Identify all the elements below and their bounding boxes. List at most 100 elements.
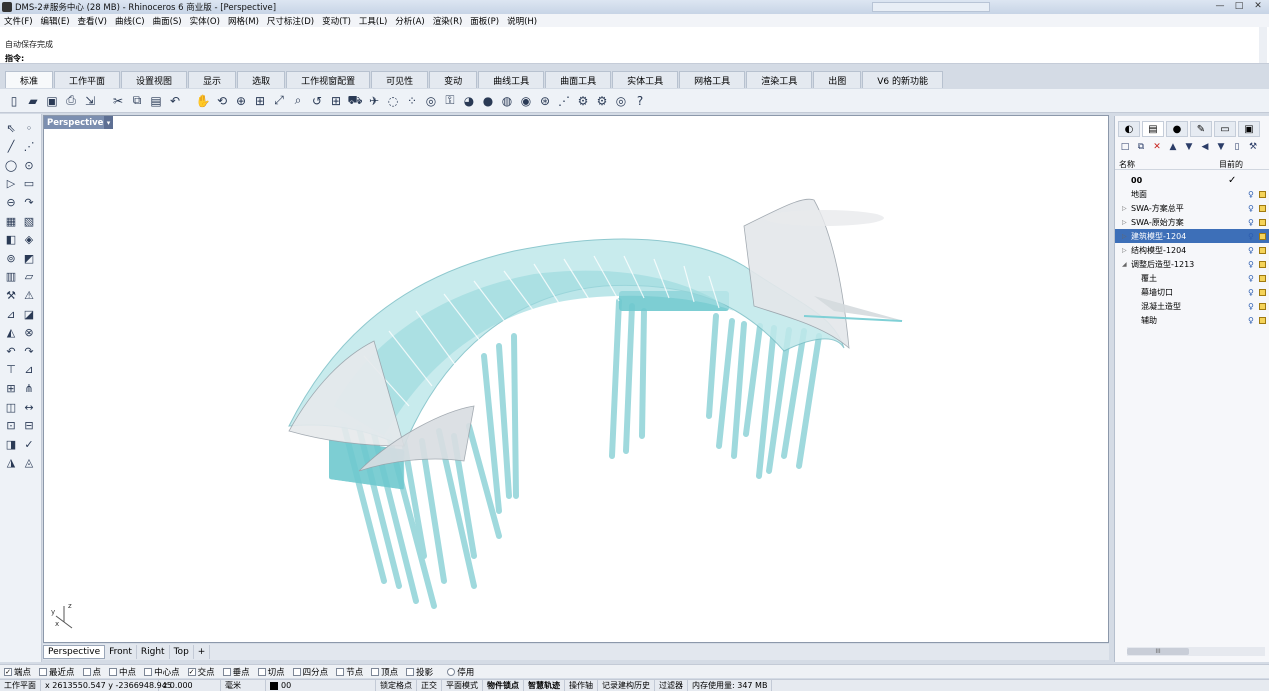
rhino-app-icon[interactable] <box>2 2 12 12</box>
layer-row[interactable]: ▷ 建筑模型-1204 ♀ <box>1115 229 1269 243</box>
osnap-checkbox[interactable]: 四分点 <box>292 666 328 678</box>
checkbox-icon[interactable] <box>257 667 266 676</box>
left-tool-icon[interactable]: ◬ <box>21 455 37 471</box>
menu-item[interactable]: 实体(O) <box>190 15 220 27</box>
osnap-checkbox[interactable]: 切点 <box>257 666 285 678</box>
lock-icon[interactable]: ⚿ <box>442 93 458 109</box>
color-icon[interactable]: ◕ <box>461 93 477 109</box>
print-icon[interactable]: ⎙ <box>63 93 79 109</box>
expand-arrow-icon[interactable]: ◢ <box>1122 261 1127 268</box>
left-tool-icon[interactable]: ▱ <box>21 269 37 285</box>
status-toggle[interactable]: 智慧轨迹 <box>524 679 565 691</box>
lock-icon[interactable] <box>1259 316 1266 324</box>
import-icon[interactable]: ⇲ <box>82 93 98 109</box>
zoom-extents-icon[interactable]: ⤢ <box>271 93 287 109</box>
left-tool-icon[interactable]: ◪ <box>21 306 37 322</box>
viewport-tab[interactable]: Right <box>137 645 170 659</box>
plane-icon[interactable]: ✈ <box>366 93 382 109</box>
delete-layer-icon[interactable]: ✕ <box>1150 140 1164 154</box>
viewport-title[interactable]: Perspective <box>44 116 107 129</box>
move-left-icon[interactable]: ◀ <box>1198 140 1212 154</box>
left-tool-icon[interactable]: ⊿ <box>21 362 37 378</box>
lock-icon[interactable] <box>1259 302 1266 310</box>
osnap-checkbox[interactable]: ✓ 交点 <box>187 666 215 678</box>
scroll-thumb[interactable]: III <box>1127 648 1189 655</box>
left-tool-icon[interactable]: ◭ <box>3 325 19 341</box>
new-file-icon[interactable]: ▯ <box>6 93 22 109</box>
checkbox-icon[interactable] <box>39 667 48 676</box>
menu-item[interactable]: 说明(H) <box>507 15 537 27</box>
zoom-dynamic-icon[interactable]: ⊕ <box>233 93 249 109</box>
lock-icon[interactable] <box>1259 246 1266 254</box>
checkbox-icon[interactable] <box>144 667 153 676</box>
left-tool-icon[interactable]: ⚒ <box>3 287 19 303</box>
left-tool-icon[interactable]: ⋔ <box>21 380 37 396</box>
visibility-bulb-icon[interactable]: ♀ <box>1248 302 1254 311</box>
left-tool-icon[interactable]: ↷ <box>21 194 37 210</box>
menu-item[interactable]: 渲染(R) <box>433 15 463 27</box>
left-tool-icon[interactable]: ▭ <box>21 176 37 192</box>
toolbar-tab[interactable]: 选取 <box>237 71 286 88</box>
paste-icon[interactable]: ▤ <box>148 93 164 109</box>
pan-hand-icon[interactable]: ✋ <box>195 93 211 109</box>
expand-arrow-icon[interactable]: ▷ <box>1122 219 1127 226</box>
visibility-bulb-icon[interactable]: ♀ <box>1248 218 1254 227</box>
viewport-tab[interactable]: Perspective <box>43 645 106 659</box>
help-icon[interactable]: ? <box>632 93 648 109</box>
osnap-checkbox[interactable]: 点 <box>82 666 101 678</box>
layer-row[interactable]: 地面 ♀ <box>1115 187 1269 201</box>
command-input[interactable] <box>26 52 1256 63</box>
material-tab-icon[interactable]: ✎ <box>1190 121 1212 137</box>
left-tool-icon[interactable]: ▷ <box>3 176 19 192</box>
visibility-bulb-icon[interactable]: ♀ <box>1248 232 1254 241</box>
checkbox-icon[interactable] <box>222 667 231 676</box>
new-sublayer-icon[interactable]: ⧉ <box>1134 140 1148 154</box>
menu-item[interactable]: 面板(P) <box>470 15 499 27</box>
left-tool-icon[interactable]: ⇖ <box>3 120 19 136</box>
checkbox-icon[interactable] <box>371 667 380 676</box>
expand-arrow-icon[interactable]: ▷ <box>1122 247 1127 254</box>
doc-icon[interactable]: ▯ <box>1230 140 1244 154</box>
toolbar-tab[interactable]: 工作平面 <box>54 71 121 88</box>
visibility-bulb-icon[interactable]: ♀ <box>1248 204 1254 213</box>
zoom-window-icon[interactable]: ⊞ <box>252 93 268 109</box>
layer-row[interactable]: ▷ SWA-方案总平 ♀ <box>1115 201 1269 215</box>
menu-item[interactable]: 查看(V) <box>78 15 107 27</box>
osnap-checkbox[interactable]: 最近点 <box>39 666 75 678</box>
viewport-tab[interactable]: + <box>194 645 211 659</box>
zoom-selected-icon[interactable]: ⌕ <box>290 93 306 109</box>
grid-snap-icon[interactable]: ⋰ <box>556 93 572 109</box>
layer-row[interactable]: 幕墙切口 ♀ <box>1115 285 1269 299</box>
left-tool-icon[interactable]: ▦ <box>3 213 19 229</box>
cut-icon[interactable]: ✂ <box>110 93 126 109</box>
status-toggle[interactable]: 锁定格点 <box>376 679 417 691</box>
left-tool-icon[interactable]: ⊤ <box>3 362 19 378</box>
checkbox-icon[interactable] <box>406 667 415 676</box>
osnap-checkbox[interactable]: 中点 <box>109 666 136 678</box>
move-down-icon[interactable]: ▼ <box>1182 140 1196 154</box>
panel-hscrollbar[interactable]: III <box>1127 647 1265 656</box>
car-icon[interactable]: ⛟ <box>347 93 363 109</box>
menu-item[interactable]: 曲面(S) <box>153 15 182 27</box>
maximize-button[interactable]: □ <box>1230 0 1248 12</box>
material-icon[interactable]: ◍ <box>499 93 515 109</box>
lock-icon[interactable] <box>1259 288 1266 296</box>
visibility-bulb-icon[interactable]: ♀ <box>1248 288 1254 297</box>
lock-icon[interactable] <box>1259 190 1266 198</box>
light-icon[interactable]: ◎ <box>423 93 439 109</box>
menu-item[interactable]: 变动(T) <box>322 15 351 27</box>
menu-item[interactable]: 尺寸标注(D) <box>267 15 314 27</box>
viewport-tab[interactable]: Top <box>170 645 194 659</box>
toolbar-tab[interactable]: 实体工具 <box>612 71 679 88</box>
menu-item[interactable]: 工具(L) <box>359 15 387 27</box>
left-tool-icon[interactable]: ✓ <box>21 436 37 452</box>
lock-icon[interactable] <box>1259 232 1266 240</box>
left-tool-icon[interactable]: ◈ <box>21 232 37 248</box>
toolbar-tab[interactable]: 工作视窗配置 <box>286 71 371 88</box>
expand-arrow-icon[interactable]: ▷ <box>1122 205 1127 212</box>
visibility-bulb-icon[interactable]: ♀ <box>1248 260 1254 269</box>
status-toggle[interactable]: 操作轴 <box>565 679 598 691</box>
properties-tab-icon[interactable]: ◐ <box>1118 121 1140 137</box>
rotate-view-icon[interactable]: ⟲ <box>214 93 230 109</box>
osnap-checkbox[interactable]: 中心点 <box>144 666 180 678</box>
